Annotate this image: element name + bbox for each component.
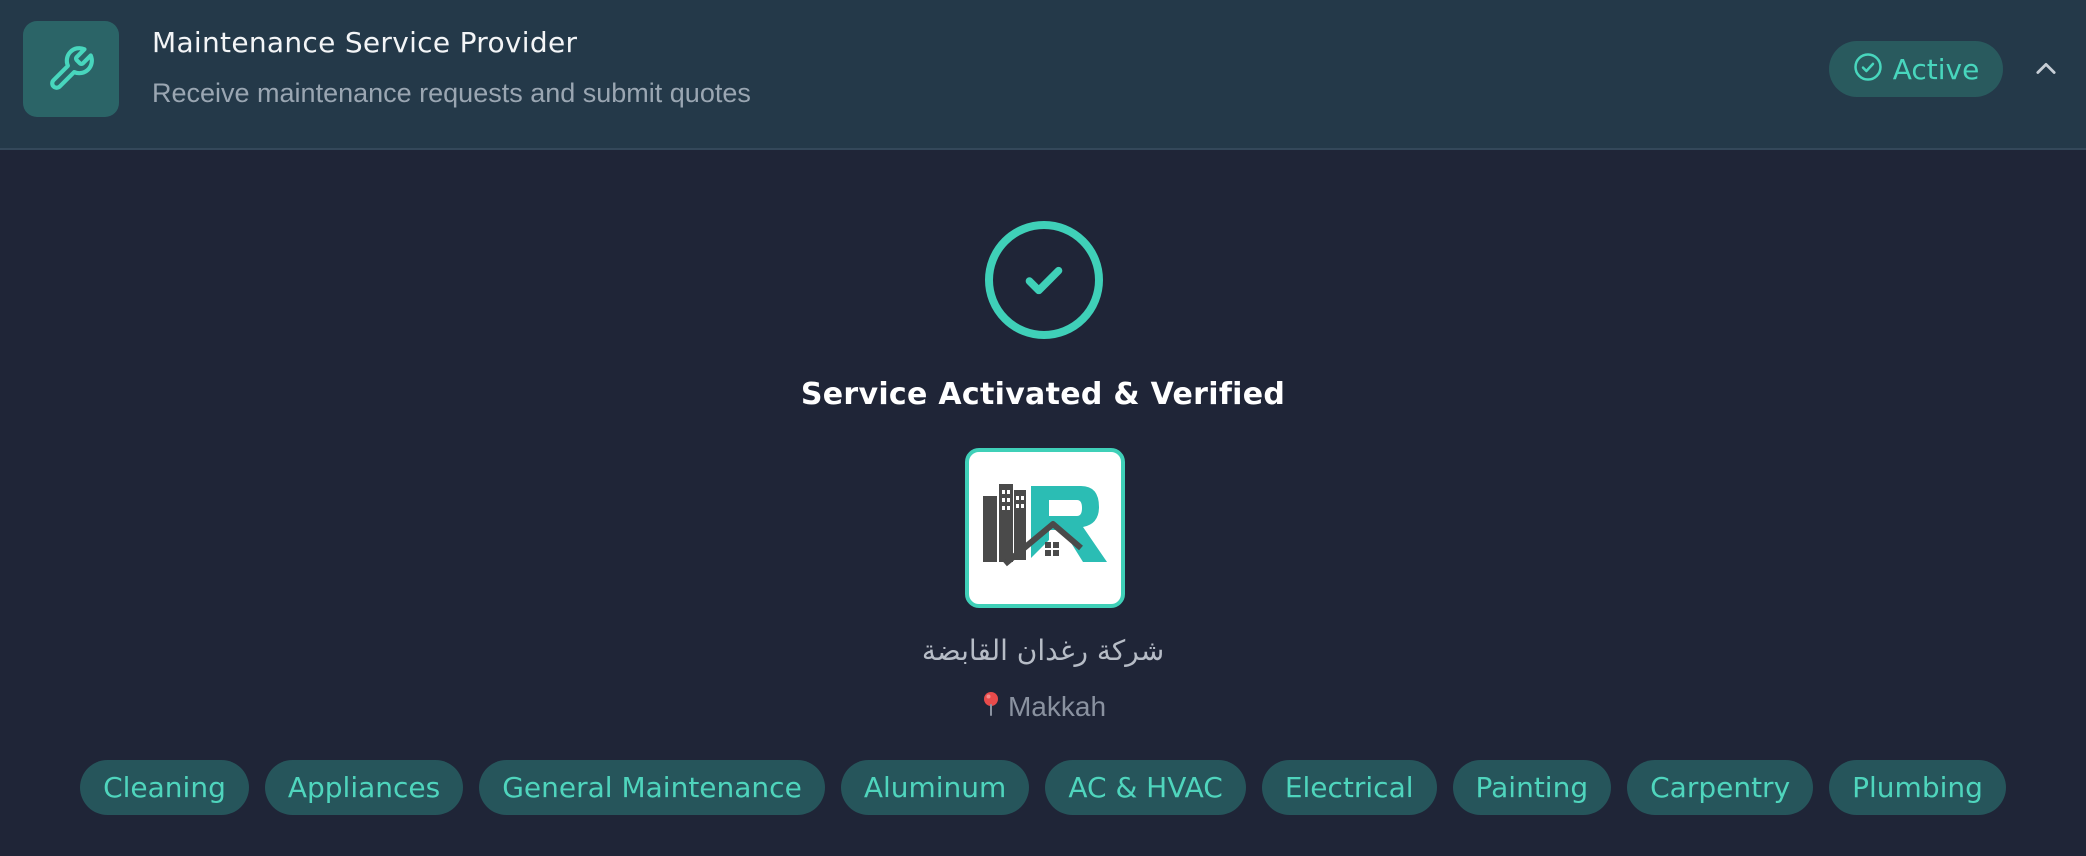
service-subtitle: Receive maintenance requests and submit … <box>152 78 751 108</box>
tag-electrical: Electrical <box>1261 760 1437 815</box>
wrench-icon <box>23 21 119 117</box>
tag-cleaning: Cleaning <box>80 760 249 815</box>
tag-painting: Painting <box>1452 760 1612 815</box>
check-circle-icon <box>1853 52 1883 87</box>
tag-plumbing: Plumbing <box>1829 760 2006 815</box>
tag-ac-hvac: AC & HVAC <box>1045 760 1246 815</box>
location-text: Makkah <box>1007 690 1107 722</box>
location: Makkah <box>0 690 2086 723</box>
tag-aluminum: Aluminum <box>840 760 1030 815</box>
chevron-up-icon <box>2032 55 2060 88</box>
tag-carpentry: Carpentry <box>1627 760 1814 815</box>
tag-appliances: Appliances <box>264 760 464 815</box>
company-logo <box>965 448 1125 608</box>
service-title: Maintenance Service Provider <box>152 26 578 59</box>
service-tags: Cleaning Appliances General Maintenance … <box>0 760 2086 815</box>
status-label: Active <box>1892 52 1980 86</box>
pin-icon <box>980 690 1002 723</box>
verified-title: Service Activated & Verified <box>800 377 1286 412</box>
service-header[interactable]: Maintenance Service Provider Receive mai… <box>0 0 2086 150</box>
status-badge: Active <box>1829 41 2003 97</box>
company-name: شركة رغدان القابضة <box>921 634 1165 667</box>
verified-check-icon <box>985 221 1103 339</box>
tag-general-maintenance: General Maintenance <box>479 760 825 815</box>
collapse-button[interactable] <box>2030 55 2062 87</box>
